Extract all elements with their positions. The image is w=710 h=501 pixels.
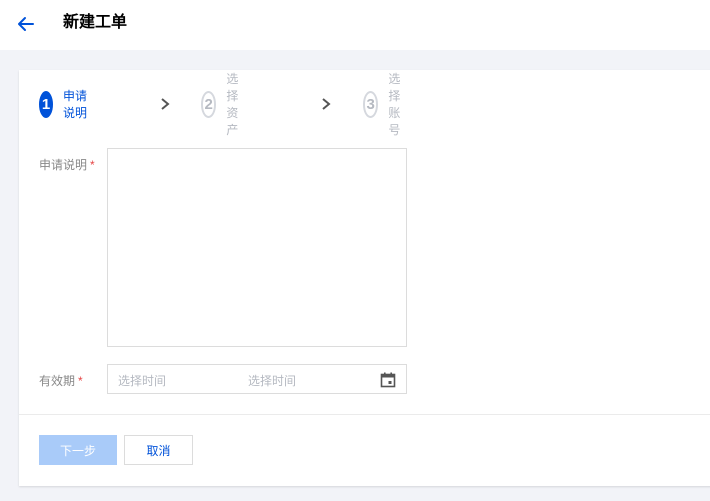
validity-label: 有效期 * [39,372,83,389]
step-1-label: 申请说明 [63,89,88,120]
next-step-button[interactable]: 下一步 [39,435,117,465]
chevron-right-icon [161,98,170,110]
step-3-label: 选择账号 [388,72,401,137]
step-1-number: 1 [39,90,54,118]
required-mark: * [78,374,83,388]
page-title: 新建工单 [63,14,128,31]
form-card: 1 申请说明 2 选择资产 3 选择账号 申请说明 * 有效期 * 选择时间 选择时… [19,70,710,486]
step-2-label: 选择资产 [226,72,239,137]
date-range-picker[interactable]: 选择时间 选择时间 [107,364,407,394]
date-start-input[interactable]: 选择时间 [118,372,166,389]
description-label-text: 申请说明 [39,158,88,172]
header-bar: 新建工单 [0,0,710,50]
back-arrow-icon[interactable] [16,14,36,34]
step-3-number: 3 [363,90,379,118]
step-3: 3 选择账号 [363,72,412,137]
date-end-input[interactable]: 选择时间 [248,372,296,389]
required-mark: * [90,158,95,172]
footer-divider [19,414,710,415]
step-2: 2 选择资产 [201,72,250,137]
step-1: 1 申请说明 [39,89,88,120]
cancel-button[interactable]: 取消 [124,435,193,465]
calendar-icon[interactable] [380,372,396,388]
description-label: 申请说明 * [39,156,95,173]
chevron-right-icon [322,98,331,110]
validity-label-text: 有效期 [39,374,76,388]
step-2-number: 2 [201,90,217,118]
description-textarea[interactable] [107,148,407,347]
